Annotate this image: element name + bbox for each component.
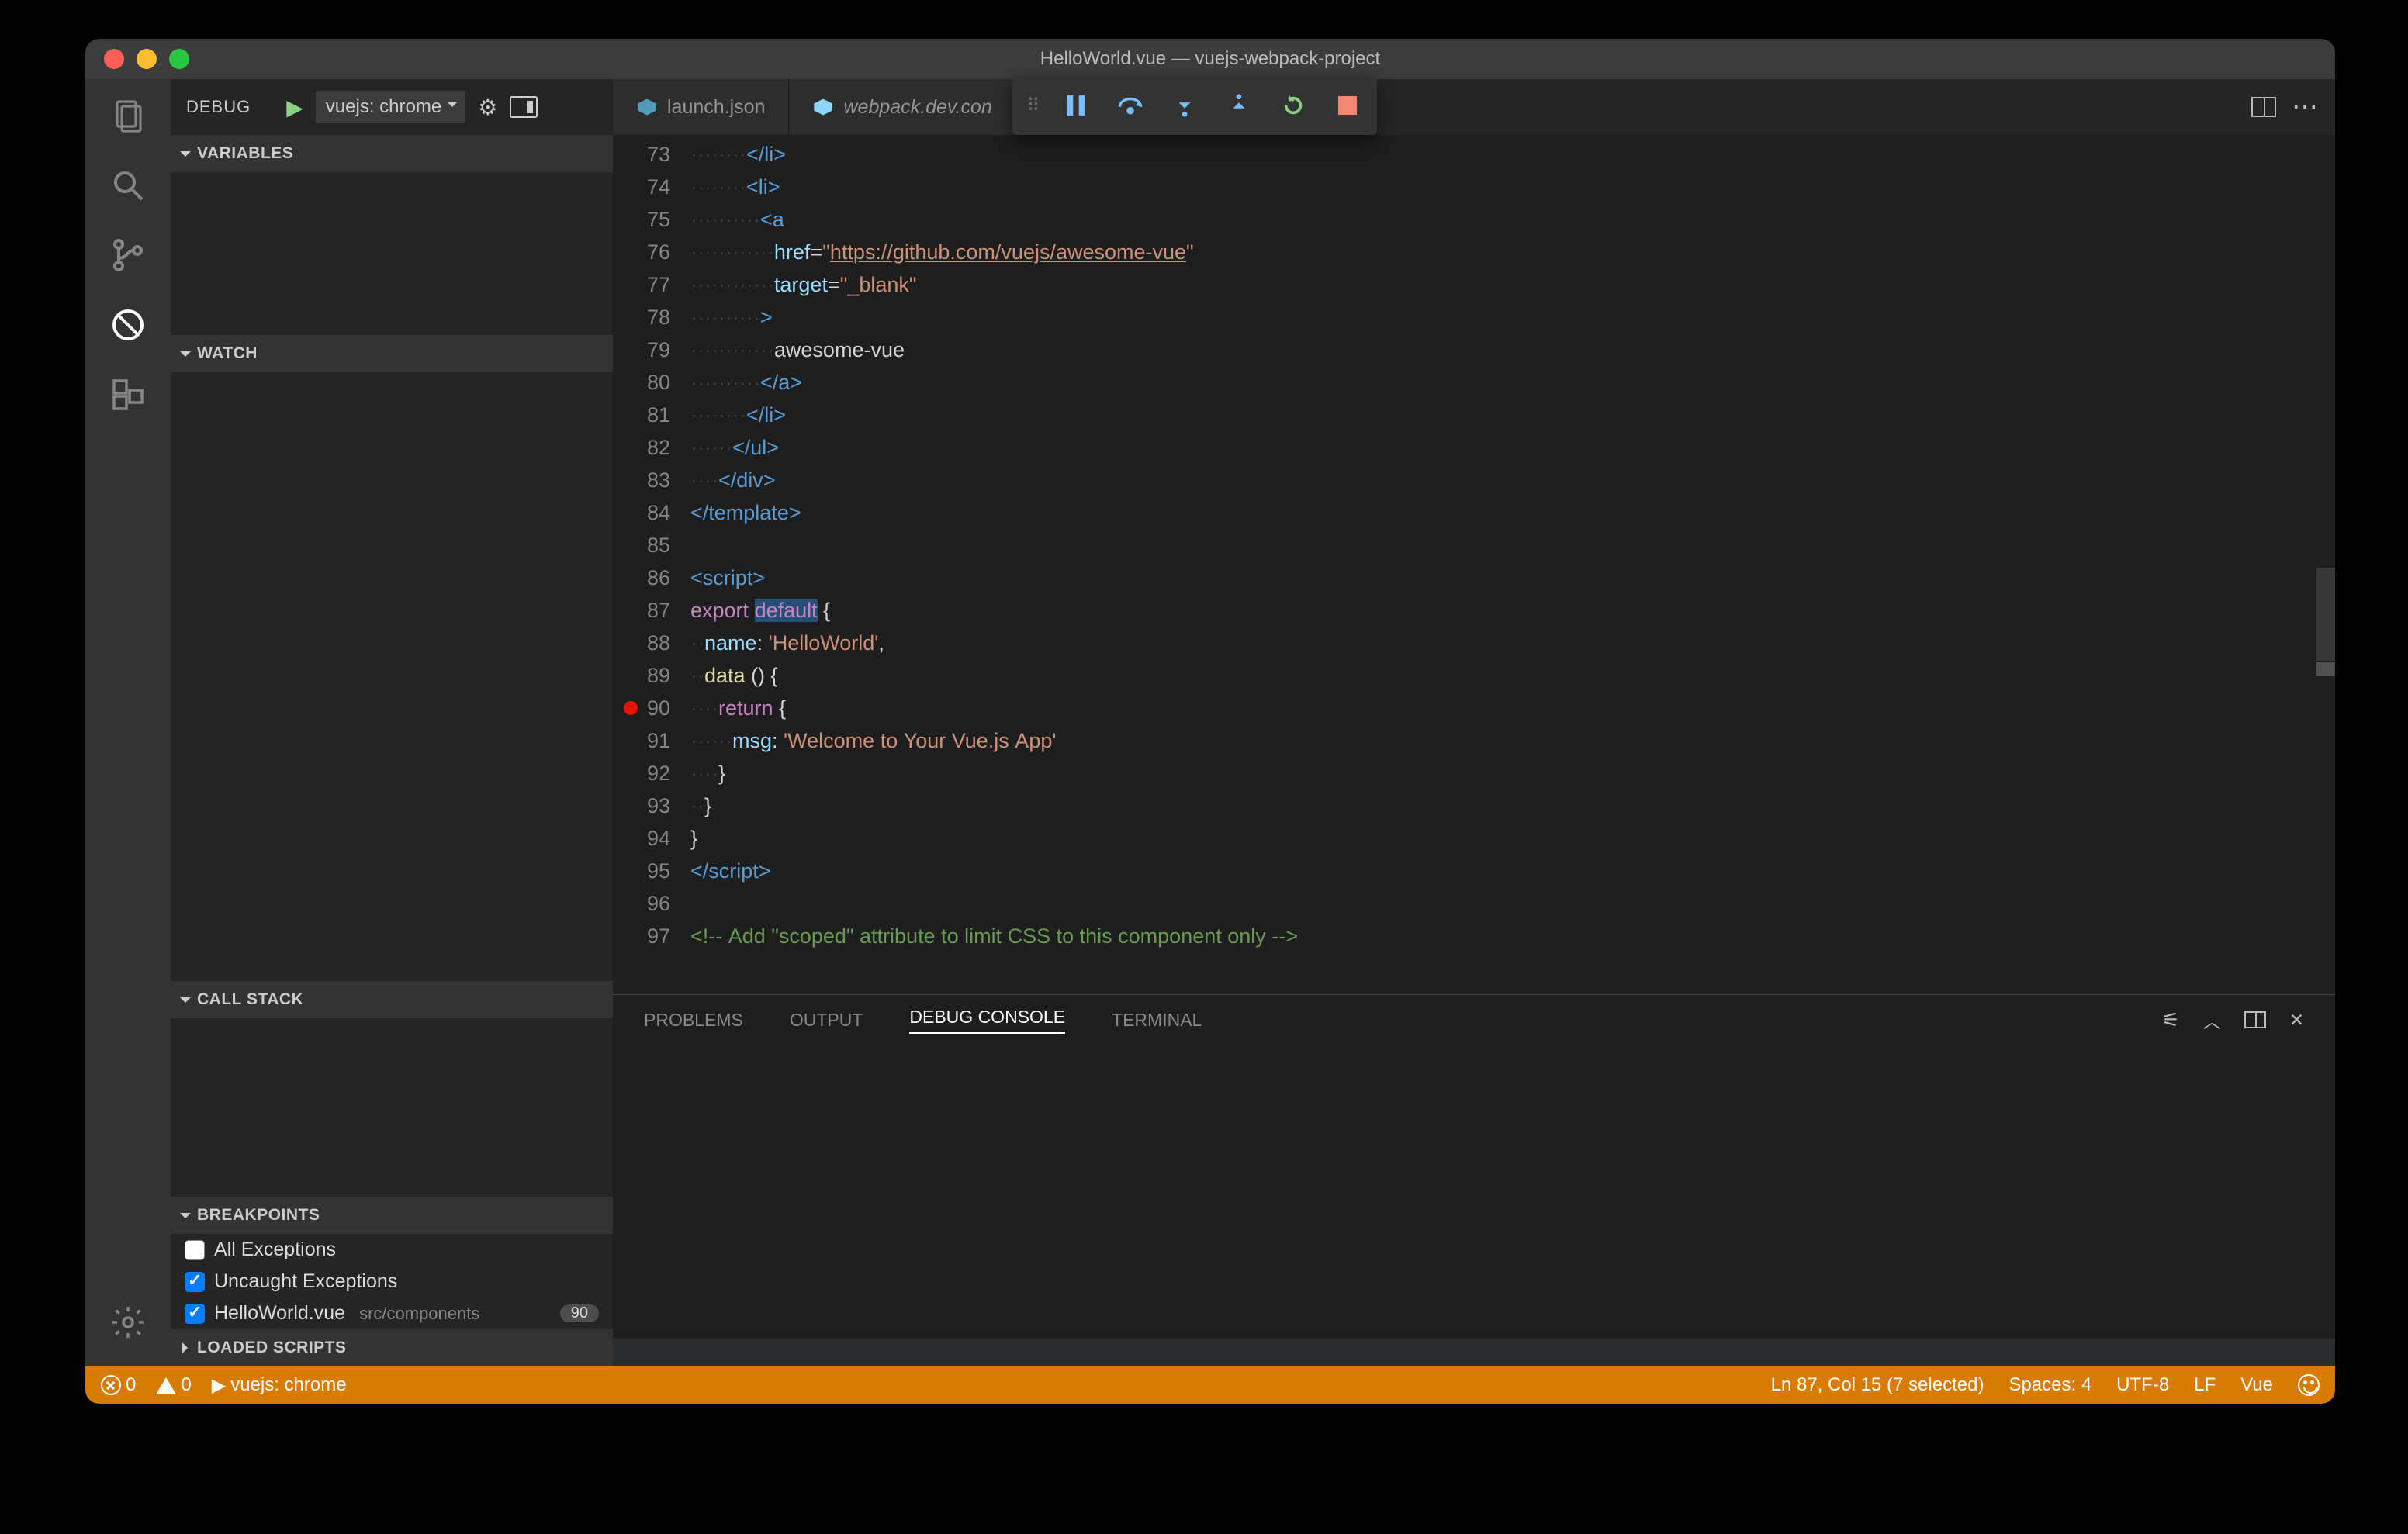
breakpoint-item[interactable]: HelloWorld.vue src/components 90: [171, 1297, 613, 1329]
status-encoding[interactable]: UTF-8: [2116, 1374, 2169, 1396]
panel-tab[interactable]: TERMINAL: [1112, 1010, 1202, 1031]
status-launch[interactable]: ▶ vuejs: chrome: [212, 1374, 347, 1397]
filter-icon[interactable]: ⚟: [2161, 1008, 2179, 1032]
start-debug-button[interactable]: ▶: [286, 95, 303, 120]
line-gutter: 7374757677787980818283848586878889909192…: [613, 135, 690, 994]
debug-sidebar: DEBUG ▶ vuejs: chrome ⚙ VARIABLES WATCH …: [171, 79, 613, 1366]
search-icon[interactable]: [107, 164, 149, 206]
callstack-section-header[interactable]: CALL STACK: [171, 981, 613, 1018]
debug-icon[interactable]: [107, 304, 149, 346]
code-content[interactable]: ········</li>········<li>··········<a···…: [690, 135, 2335, 994]
breakpoints-list: All Exceptions Uncaught Exceptions HelloWo…: [171, 1234, 613, 1329]
panel-tab[interactable]: OUTPUT: [790, 1010, 863, 1031]
chevron-down-icon: [180, 1213, 191, 1224]
breakpoint-path: src/components: [359, 1304, 479, 1324]
status-eol[interactable]: LF: [2194, 1374, 2216, 1396]
tab-label: launch.json: [667, 96, 765, 119]
variables-section-body: [171, 172, 613, 335]
breakpoint-line: 90: [560, 1304, 599, 1322]
stop-button[interactable]: [1332, 90, 1363, 121]
source-control-icon[interactable]: [107, 234, 149, 276]
chevron-down-icon: [180, 997, 191, 1008]
debug-console-toggle-icon[interactable]: [510, 96, 538, 118]
code-editor[interactable]: 7374757677787980818283848586878889909192…: [613, 135, 2335, 994]
chevron-right-icon: [182, 1342, 193, 1353]
panel-layout-icon[interactable]: [2244, 1011, 2266, 1028]
breakpoint-item[interactable]: Uncaught Exceptions: [171, 1266, 613, 1297]
split-editor-icon[interactable]: [2251, 97, 2276, 117]
collapse-up-icon[interactable]: ︿: [2203, 1007, 2221, 1033]
debug-config-select[interactable]: vuejs: chrome: [316, 91, 465, 123]
panel-tab[interactable]: PROBLEMS: [644, 1010, 743, 1031]
main-body: DEBUG ▶ vuejs: chrome ⚙ VARIABLES WATCH …: [85, 79, 2335, 1366]
breakpoint-item[interactable]: All Exceptions: [171, 1234, 613, 1266]
breakpoint-label: All Exceptions: [214, 1239, 336, 1261]
title-bar: HelloWorld.vue — vuejs-webpack-project: [85, 39, 2335, 79]
editor-tab[interactable]: webpack.dev.con: [789, 79, 1015, 135]
step-out-button[interactable]: [1223, 90, 1254, 121]
loaded-scripts-section-header[interactable]: LOADED SCRIPTS: [171, 1329, 613, 1366]
chevron-down-icon: [180, 151, 191, 162]
extensions-icon[interactable]: [107, 374, 149, 416]
status-warnings[interactable]: 0: [156, 1372, 191, 1399]
breakpoint-label: HelloWorld.vue: [214, 1302, 345, 1325]
tab-label: webpack.dev.con: [843, 96, 991, 119]
watch-section-body: [171, 372, 613, 981]
callstack-section-body: [171, 1018, 613, 1197]
editor-column: launch.jsonwebpack.dev.conJSindex.js ⠿: [613, 79, 2335, 1366]
debug-header: DEBUG ▶ vuejs: chrome ⚙: [171, 79, 613, 135]
status-spaces[interactable]: Spaces: 4: [2008, 1374, 2091, 1396]
panel-tabs: PROBLEMSOUTPUTDEBUG CONSOLETERMINAL ⚟ ︿ …: [613, 995, 2335, 1045]
debug-label: DEBUG: [186, 97, 251, 117]
status-errors[interactable]: 0: [101, 1374, 136, 1396]
panel-corner[interactable]: [613, 1339, 2335, 1366]
file-type-icon: [812, 96, 834, 118]
checkbox[interactable]: [185, 1304, 205, 1324]
minimap[interactable]: [2313, 135, 2335, 994]
bottom-panel: PROBLEMSOUTPUTDEBUG CONSOLETERMINAL ⚟ ︿ …: [613, 994, 2335, 1366]
editor-tabs: launch.jsonwebpack.dev.conJSindex.js ⠿: [613, 79, 2335, 135]
breakpoint-label: Uncaught Exceptions: [214, 1270, 397, 1293]
drag-grip-icon[interactable]: ⠿: [1026, 95, 1037, 117]
explorer-icon[interactable]: [107, 95, 149, 136]
pause-button[interactable]: [1060, 90, 1092, 121]
close-panel-icon[interactable]: ✕: [2289, 1010, 2304, 1031]
window-title: HelloWorld.vue — vuejs-webpack-project: [85, 48, 2335, 70]
step-over-button[interactable]: [1115, 90, 1146, 121]
settings-gear-icon[interactable]: [107, 1301, 149, 1343]
breakpoint-dot-icon[interactable]: [624, 701, 638, 715]
editor-tab[interactable]: launch.json: [613, 79, 789, 135]
breakpoints-section-header[interactable]: BREAKPOINTS: [171, 1197, 613, 1234]
status-selection[interactable]: Ln 87, Col 15 (7 selected): [1771, 1374, 1984, 1396]
status-bar: 0 0 ▶ vuejs: chrome Ln 87, Col 15 (7 sel…: [85, 1366, 2335, 1404]
watch-section-header[interactable]: WATCH: [171, 335, 613, 372]
vscode-window: HelloWorld.vue — vuejs-webpack-project: [85, 39, 2335, 1404]
activity-bar: [85, 79, 171, 1366]
chevron-down-icon: [180, 351, 191, 362]
debug-settings-icon[interactable]: ⚙: [478, 95, 497, 120]
checkbox[interactable]: [185, 1240, 205, 1260]
checkbox[interactable]: [185, 1272, 205, 1292]
file-type-icon: [636, 96, 658, 118]
variables-section-header[interactable]: VARIABLES: [171, 135, 613, 172]
status-language[interactable]: Vue: [2240, 1374, 2273, 1396]
debug-toolbar[interactable]: ⠿: [1012, 76, 1377, 135]
restart-button[interactable]: [1278, 90, 1309, 121]
step-into-button[interactable]: [1169, 90, 1200, 121]
panel-tab[interactable]: DEBUG CONSOLE: [909, 1007, 1065, 1034]
feedback-smile-icon[interactable]: [2298, 1374, 2320, 1396]
debug-console-body[interactable]: [613, 1045, 2335, 1339]
